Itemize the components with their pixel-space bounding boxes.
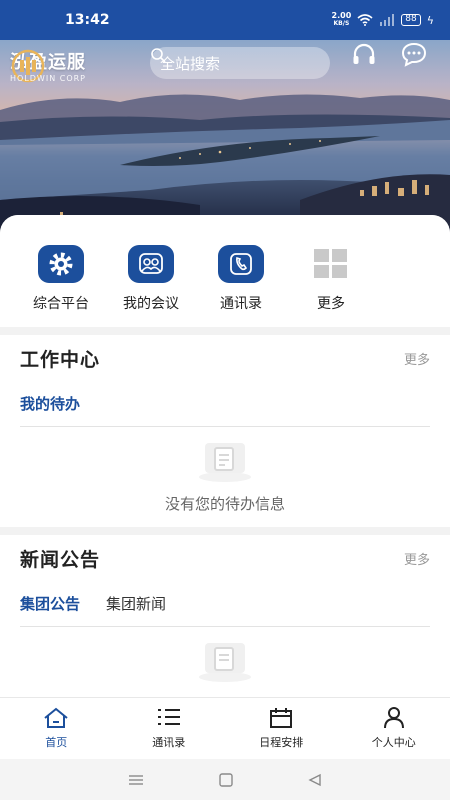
main-content: 综合平台 我的会议 通讯录 更多 工作中心 更多 我的待办 没有您的待办信息 新…: [0, 215, 450, 698]
quick-action-contacts[interactable]: 通讯录: [196, 245, 286, 327]
nav-label: 个人中心: [371, 736, 416, 749]
nav-label: 日程安排: [259, 736, 304, 749]
menu-icon[interactable]: [127, 773, 145, 787]
home-square-icon[interactable]: [218, 772, 234, 787]
bottom-nav: 首页 通讯录 日程安排 个人中心: [0, 697, 450, 759]
empty-state: 没有您的待办信息: [20, 427, 430, 527]
user-icon: [383, 707, 404, 729]
more-link[interactable]: 更多: [404, 349, 430, 368]
empty-document-icon: [199, 643, 251, 682]
empty-text: 没有您的待办信息: [164, 495, 285, 513]
status-icons: 2.00 KB/S 88 ϟ: [332, 12, 434, 28]
quick-action-platform[interactable]: 综合平台: [16, 245, 106, 327]
signal-icon: [380, 14, 395, 26]
quick-action-meeting[interactable]: 我的会议: [106, 245, 196, 327]
phone-book-icon: [230, 253, 252, 275]
meeting-icon: [139, 253, 163, 274]
work-center-section: 工作中心 更多 我的待办 没有您的待办信息: [0, 335, 450, 527]
grid-icon: [314, 249, 347, 278]
search-input[interactable]: 全站搜索: [150, 47, 330, 79]
battery-icon: 88: [401, 14, 421, 26]
search-icon: [151, 48, 166, 63]
search-placeholder: 全站搜索: [160, 54, 221, 73]
status-bar: 13:42 2.00 KB/S 88 ϟ: [0, 0, 450, 40]
quick-actions: 综合平台 我的会议 通讯录 更多: [0, 215, 450, 327]
more-link[interactable]: 更多: [404, 549, 430, 568]
tab-bar: 我的待办: [20, 381, 430, 427]
nav-label: 通讯录: [152, 736, 186, 749]
tab-group-news[interactable]: 集团新闻: [106, 593, 166, 614]
system-nav-bar: [0, 759, 450, 800]
nav-profile[interactable]: 个人中心: [338, 698, 450, 759]
net-speed: 2.00 KB/S: [331, 11, 352, 28]
back-icon[interactable]: [307, 773, 323, 787]
app-logo: 泓盈运服 HOLDWIN CORP: [10, 48, 86, 83]
quick-action-more[interactable]: 更多: [286, 245, 376, 327]
gear-icon: [49, 252, 73, 276]
nav-label: 首页: [45, 736, 68, 749]
list-icon: [157, 709, 180, 725]
wifi-icon: [357, 14, 373, 26]
message-icon[interactable]: [400, 40, 428, 68]
status-time: 13:42: [65, 12, 110, 28]
nav-contacts[interactable]: 通讯录: [113, 698, 226, 759]
tab-group-announcements[interactable]: 集团公告: [20, 593, 80, 614]
logo-subtitle: HOLDWIN CORP: [10, 74, 86, 83]
section-title: 新闻公告: [20, 548, 101, 571]
tab-my-todo[interactable]: 我的待办: [20, 393, 80, 414]
empty-document-icon: [199, 443, 251, 482]
calendar-icon: [270, 708, 293, 728]
quick-action-label: 更多: [317, 296, 345, 312]
quick-action-label: 我的会议: [123, 296, 179, 312]
nav-home[interactable]: 首页: [0, 698, 113, 759]
tab-bar: 集团公告 集团新闻: [20, 581, 430, 627]
empty-state: [20, 627, 430, 698]
headset-icon[interactable]: [350, 40, 378, 68]
home-icon: [44, 707, 68, 728]
news-section: 新闻公告 更多 集团公告 集团新闻: [0, 535, 450, 698]
quick-action-label: 通讯录: [220, 296, 262, 312]
quick-action-label: 综合平台: [33, 296, 89, 312]
nav-schedule[interactable]: 日程安排: [225, 698, 338, 759]
section-title: 工作中心: [20, 348, 101, 371]
charging-icon: ϟ: [426, 13, 434, 27]
hero-banner: 泓盈运服 HOLDWIN CORP 全站搜索: [0, 40, 450, 240]
